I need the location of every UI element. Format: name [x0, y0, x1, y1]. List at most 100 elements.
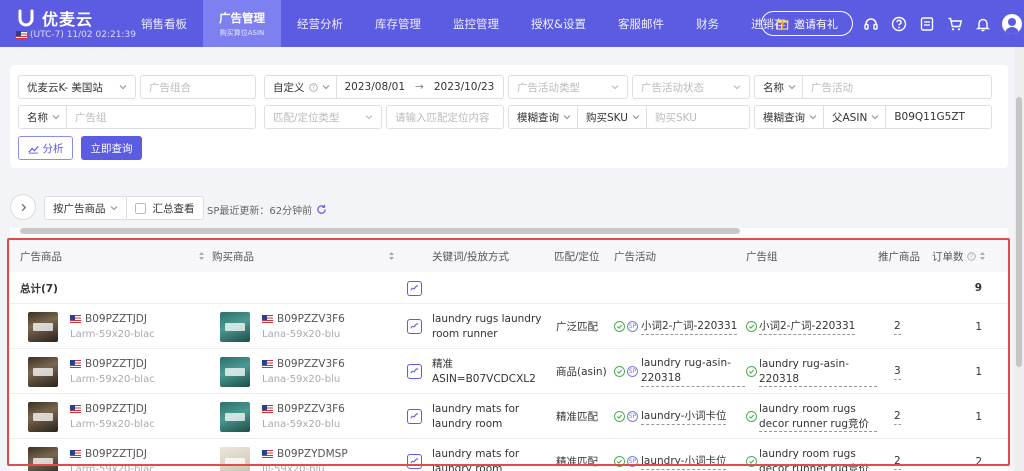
parent-asin-field-select[interactable]: 父ASIN [832, 106, 887, 128]
user-avatar[interactable] [1002, 14, 1022, 34]
campaign-link[interactable]: laundry-小词卡位 [641, 409, 727, 425]
sort-icon[interactable] [388, 240, 395, 272]
chevron-down-icon [632, 115, 640, 120]
product-thumbnail[interactable] [28, 311, 58, 342]
product-thumbnail[interactable] [28, 446, 58, 471]
product-thumbnail[interactable] [220, 311, 250, 342]
us-flag-icon [70, 360, 81, 368]
keyword-text: laundry mats for laundry room [432, 447, 520, 471]
date-mode-select[interactable]: 自定义 ? [265, 76, 337, 98]
promoted-count-value[interactable]: 2 [894, 409, 901, 425]
adgroup-link[interactable]: laundry room rugs decor runner rug竞价卡... [759, 447, 877, 471]
nav-sales-dashboard[interactable]: 销售看板 [125, 0, 203, 47]
query-button[interactable]: 立即查询 [81, 136, 142, 160]
sku-search[interactable]: 模糊查询 购买SKU 购买SKU [508, 105, 750, 129]
notes-icon[interactable] [918, 15, 936, 33]
adgroup-input[interactable]: 广告组 [75, 110, 107, 125]
nav-business-analysis[interactable]: 经营分析 [281, 0, 359, 47]
header-ad-product[interactable]: 广告商品 [20, 240, 62, 272]
group-by-select[interactable]: 按广告商品 [45, 197, 126, 219]
help-icon[interactable] [890, 15, 908, 33]
campaign-link[interactable]: laundry-小词卡位 [641, 454, 727, 470]
page-scrollbar[interactable] [1014, 47, 1024, 471]
sort-icon[interactable] [198, 240, 205, 272]
promoted-count-value[interactable]: 2 [894, 319, 901, 335]
sort-icon[interactable] [979, 251, 986, 261]
nav-inventory[interactable]: 库存管理 [359, 0, 437, 47]
nav-auth-settings[interactable]: 授权&设置 [515, 0, 602, 47]
buy-asin-link[interactable]: B09PZZV3F6 [277, 357, 345, 372]
buy-asin-link[interactable]: B09PZZV3F6 [277, 402, 345, 417]
campaign-field-select[interactable]: 名称 [755, 76, 803, 98]
match-content-input[interactable]: 请输入匹配定位内容 [386, 105, 504, 129]
date-end[interactable]: 2023/10/23 [434, 81, 495, 93]
campaign-status-select[interactable]: 广告活动状态 [632, 75, 750, 99]
sku-field-select[interactable]: 购买SKU [586, 106, 647, 128]
cart-icon[interactable] [946, 15, 964, 33]
ad-asin-link[interactable]: B09PZZTJDJ [85, 357, 147, 372]
ad-asin-link[interactable]: B09PZZTJDJ [85, 447, 147, 462]
purchased-product-cell: B09PZYDMSP Ill-59x20-blu [220, 439, 348, 471]
product-thumbnail[interactable] [220, 401, 250, 432]
nav-customer-email[interactable]: 客服邮件 [602, 0, 680, 47]
trend-button[interactable] [407, 439, 422, 471]
summary-view-checkbox[interactable] [134, 202, 146, 214]
promoted-count-value[interactable]: 3 [894, 364, 901, 380]
trend-button[interactable] [407, 394, 422, 439]
ad-asin-link[interactable]: B09PZZTJDJ [85, 402, 147, 417]
adgroup-link[interactable]: laundry room rugs decor runner rug竞价卡... [759, 402, 877, 432]
fuzzy-query-select-1[interactable]: 模糊查询 [509, 106, 578, 128]
product-thumbnail[interactable] [220, 356, 250, 387]
campaign-input[interactable]: 广告活动 [811, 80, 853, 95]
trend-button[interactable] [407, 304, 422, 349]
analysis-button[interactable]: 分析 [18, 136, 73, 160]
campaign-link[interactable]: 小词2-广词-220331 [641, 319, 738, 335]
buy-asin-link[interactable]: B09PZYDMSP [277, 447, 348, 462]
logo[interactable]: 优麦云 [16, 6, 93, 30]
adgroup-link[interactable]: laundry rug-asin-220318 [759, 357, 877, 387]
ad-portfolio-select[interactable]: 广告组合 [140, 75, 256, 99]
ad-sku: Larm-59x20-blac [70, 463, 155, 471]
refresh-icon[interactable] [316, 204, 327, 215]
adgroup-field-select[interactable]: 名称 [19, 106, 67, 128]
match-type-select[interactable]: 匹配/定位类型 [264, 105, 382, 129]
parent-asin-input[interactable]: B09Q11G5ZT [894, 111, 965, 123]
page-scrollbar-thumb[interactable] [1016, 97, 1022, 367]
header-orders[interactable]: 订单数 ? [932, 240, 986, 272]
sku-input[interactable]: 购买SKU [655, 110, 697, 125]
store-select[interactable]: 优麦云K- 美国站 [18, 75, 136, 99]
top-navigation-bar: 优麦云 (UTC-7) 11/02 02:21:39 销售看板 广告管理 购买算位… [0, 0, 1024, 47]
nav-ad-management[interactable]: 广告管理 购买算位ASIN [203, 0, 281, 47]
nav-finance[interactable]: 财务 [680, 0, 735, 47]
summary-view-toggle[interactable]: 汇总查看 [125, 197, 203, 219]
trend-button[interactable] [407, 349, 422, 394]
buy-asin-link[interactable]: B09PZZV3F6 [277, 312, 345, 327]
horizontal-scrollbar[interactable] [20, 228, 740, 234]
date-range-picker[interactable]: 自定义 ? 2023/08/01 → 2023/10/23 [264, 75, 504, 99]
ad-asin-link[interactable]: B09PZZTJDJ [85, 312, 147, 327]
invite-button[interactable]: 邀请有礼 [761, 11, 853, 36]
product-thumbnail[interactable] [28, 401, 58, 432]
header-purchased-product[interactable]: 购买商品 [212, 240, 254, 272]
promoted-count[interactable]: 2 [894, 439, 901, 471]
promoted-count-value[interactable]: 2 [894, 454, 901, 470]
promoted-count[interactable]: 3 [894, 349, 901, 394]
fuzzy-query-select-2[interactable]: 模糊查询 [755, 106, 824, 128]
promoted-count[interactable]: 2 [894, 304, 901, 349]
promoted-count[interactable]: 2 [894, 394, 901, 439]
date-start[interactable]: 2023/08/01 [345, 81, 406, 93]
campaign-search[interactable]: 名称 广告活动 [754, 75, 992, 99]
campaign-type-select[interactable]: 广告活动类型 [508, 75, 628, 99]
headset-icon[interactable] [862, 15, 880, 33]
ad-products-table: 广告商品 购买商品 关键词/投放方式 匹配/定位 广告活动 广告组 推广商品 订… [10, 228, 1008, 471]
campaign-link[interactable]: laundry rug-asin-220318 [641, 356, 745, 387]
product-thumbnail[interactable] [28, 356, 58, 387]
adgroup-search[interactable]: 名称 广告组 [18, 105, 256, 129]
product-thumbnail[interactable] [220, 446, 250, 471]
collapse-button[interactable] [10, 194, 36, 220]
trend-button[interactable] [407, 272, 422, 304]
adgroup-link[interactable]: 小词2-广词-220331 [759, 319, 856, 335]
bell-icon[interactable] [974, 15, 992, 33]
nav-monitoring[interactable]: 监控管理 [437, 0, 515, 47]
parent-asin-search[interactable]: 模糊查询 父ASIN B09Q11G5ZT [754, 105, 992, 129]
